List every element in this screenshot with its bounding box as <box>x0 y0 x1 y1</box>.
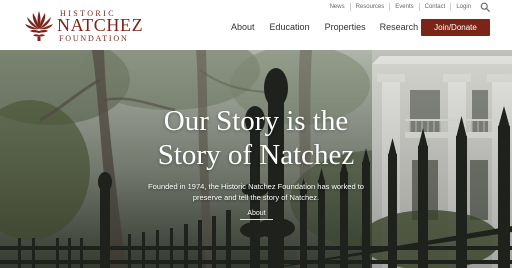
utility-link-events[interactable]: Events <box>389 3 418 11</box>
utility-link-resources[interactable]: Resources <box>349 3 390 11</box>
utility-link-contact[interactable]: Contact <box>418 3 451 11</box>
hero-subtitle-line-1: Founded in 1974, the Historic Natchez Fo… <box>148 182 364 191</box>
nav-item-research[interactable]: Research <box>380 22 419 32</box>
site-logo[interactable]: HISTORIC NATCHEZ FOUNDATION <box>24 9 143 43</box>
nav-item-education[interactable]: Education <box>270 22 310 32</box>
site-header: HISTORIC NATCHEZ FOUNDATION News Resourc… <box>0 0 512 50</box>
join-donate-button[interactable]: Join/Donate <box>421 19 490 36</box>
utility-link-login[interactable]: Login <box>450 3 476 11</box>
main-nav: About Education Properties Research <box>231 22 418 32</box>
search-icon[interactable] <box>480 2 490 12</box>
utility-link-news[interactable]: News <box>325 3 350 11</box>
logo-text-foundation: FOUNDATION <box>59 34 129 43</box>
hero-title-line-1: Our Story is the <box>163 105 349 137</box>
hero-title-line-2: Story of Natchez <box>157 139 355 171</box>
palmette-logo-icon <box>25 11 53 41</box>
hero-subtitle-line-2: preserve and tell the story of Natchez. <box>192 193 320 202</box>
hero-section: Our Story is the Story of Natchez Founde… <box>0 50 512 268</box>
logo-text-natchez: NATCHEZ <box>57 15 144 35</box>
hero-about-link[interactable]: About <box>240 210 273 220</box>
nav-item-properties[interactable]: Properties <box>325 22 366 32</box>
nav-item-about[interactable]: About <box>231 22 255 32</box>
utility-nav: News Resources Events Contact Login <box>325 2 490 12</box>
